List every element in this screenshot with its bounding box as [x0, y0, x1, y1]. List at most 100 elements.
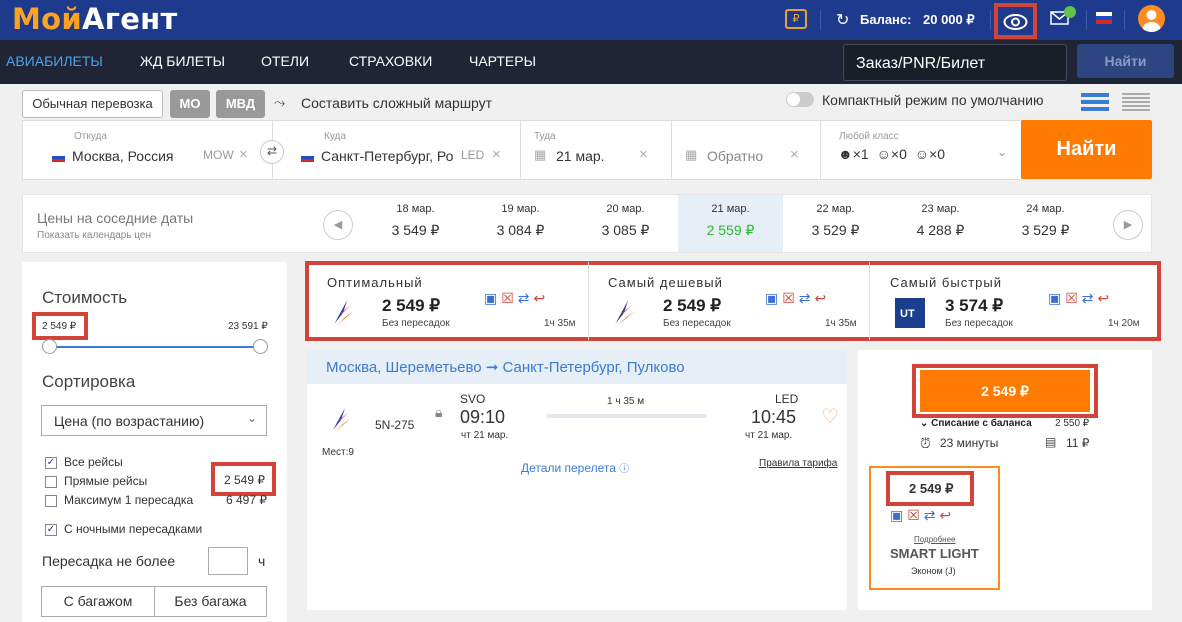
exchange-icon: ⇄ — [517, 290, 534, 306]
date-price: 3 529 ₽ — [811, 222, 860, 238]
from-clear-icon[interactable]: × — [239, 146, 248, 163]
regular-transport-button[interactable]: Обычная перевозка — [22, 90, 163, 118]
logo[interactable]: МойАгент — [12, 2, 178, 36]
all-flights-checkbox[interactable]: ✓ Все рейсы — [45, 455, 123, 469]
search-form: Откуда Москва, Россия MOW × ⇄ Куда Санкт… — [22, 120, 1022, 180]
pax-counts: ☻×1 ☺×0 ☺×0 — [838, 146, 945, 162]
complex-route-icon[interactable]: ⤳ — [274, 94, 285, 111]
to-field[interactable]: Куда Санкт-Петербург, Ро LED × — [273, 121, 521, 179]
russia-flag-icon — [52, 152, 65, 162]
search-button[interactable]: Найти — [1021, 120, 1152, 179]
summary-stops: Без пересадок — [663, 318, 731, 329]
checkbox-checked-icon: ✓ — [45, 523, 57, 536]
baggage-icons: ▣☒⇄↩ — [484, 290, 549, 307]
with-baggage-button[interactable]: С багажом — [41, 586, 155, 617]
from-value: Москва, Россия — [72, 148, 174, 164]
adults-count: ×1 — [852, 146, 869, 162]
from-field[interactable]: Откуда Москва, Россия MOW × — [23, 121, 273, 179]
price-slider-track — [49, 346, 261, 348]
max-one-stop-price: 6 497 ₽ — [226, 493, 267, 507]
summary-option[interactable]: Самый дешевый 2 549 ₽ Без пересадок 1ч 35м ▣… — [588, 262, 870, 340]
no-baggage-button[interactable]: Без багажа — [154, 586, 267, 617]
max-one-stop-checkbox[interactable]: Максимум 1 пересадка — [45, 493, 193, 507]
hand-luggage-icon: ▣ — [1048, 290, 1066, 306]
pnr-search-input[interactable]: Заказ/PNR/Билет — [843, 44, 1067, 81]
refresh-icon[interactable]: ↻ — [836, 10, 849, 30]
date-column[interactable]: 23 мар. 4 288 ₽ — [888, 195, 993, 252]
night-stops-checkbox[interactable]: ✓ С ночными пересадками — [45, 522, 202, 536]
eye-icon[interactable] — [994, 3, 1037, 39]
flight-details-link[interactable]: Детали перелета ⓘ — [521, 460, 629, 475]
prev-dates-icon[interactable]: ◀ — [323, 210, 353, 240]
price-slider-min-handle[interactable] — [42, 339, 57, 354]
flight-number: 5N-275 — [375, 418, 415, 432]
to-clear-icon[interactable]: × — [492, 146, 501, 163]
neighbor-dates-strip: Цены на соседние даты Показать календарь… — [22, 194, 1152, 253]
logo-part2: Агент — [82, 2, 178, 36]
russia-flag-icon — [301, 152, 314, 162]
price-calendar-link[interactable]: Показать календарь цен — [37, 230, 151, 241]
nav-item-air-tickets[interactable]: АВИАБИЛЕТЫ — [6, 53, 103, 69]
date-label: 18 мар. — [396, 203, 435, 215]
nav-item-train-tickets[interactable]: ЖД БИЛЕТЫ — [140, 53, 225, 69]
exchange-icon: ⇄ — [1081, 290, 1098, 306]
date-price: 2 559 ₽ — [706, 222, 755, 238]
summary-duration: 1ч 35м — [544, 318, 576, 329]
date-column[interactable]: 19 мар. 3 084 ₽ — [468, 195, 573, 252]
depart-clear-icon[interactable]: × — [639, 146, 648, 163]
date-label: 19 мар. — [501, 203, 540, 215]
date-column[interactable]: 18 мар. 3 549 ₽ — [363, 195, 468, 252]
list-view-icon[interactable] — [1081, 92, 1109, 112]
notification-dot — [1064, 6, 1076, 18]
summary-duration: 1ч 35м — [825, 318, 857, 329]
mvd-button[interactable]: МВД — [216, 90, 265, 118]
return-date-placeholder: Обратно — [707, 148, 764, 164]
compact-view-icon[interactable] — [1122, 92, 1150, 112]
direct-flights-checkbox[interactable]: Прямые рейсы — [45, 474, 147, 488]
mo-button[interactable]: МО — [170, 90, 210, 118]
all-flights-label: Все рейсы — [64, 455, 123, 469]
summary-option[interactable]: Оптимальный 2 549 ₽ Без пересадок 1ч 35м ▣☒⇄… — [307, 262, 589, 340]
return-date-field[interactable]: ▦ Обратно × — [672, 121, 821, 179]
date-column[interactable]: 20 мар. 3 085 ₽ — [573, 195, 678, 252]
direct-flights-price: 2 549 ₽ — [224, 473, 265, 487]
dep-time: 09:10 — [460, 407, 506, 427]
nav-item-hotels[interactable]: ОТЕЛИ — [261, 53, 309, 69]
refund-icon: ↩ — [1097, 290, 1114, 306]
next-dates-icon[interactable]: ▶ — [1113, 210, 1143, 240]
flight-route-title: Москва, Шереметьево ➞ Санкт-Петербург, П… — [307, 350, 847, 384]
sort-select[interactable]: Цена (по возрастанию) ⌄ — [41, 405, 267, 436]
date-column[interactable]: 21 мар. 2 559 ₽ — [678, 195, 783, 252]
date-column[interactable]: 22 мар. 3 529 ₽ — [783, 195, 888, 252]
compact-mode-toggle[interactable] — [786, 92, 814, 107]
nav-item-insurance[interactable]: СТРАХОВКИ — [349, 53, 432, 69]
stop-limit-input[interactable] — [208, 547, 248, 575]
to-value-wrap: Санкт-Петербург, Ро — [301, 148, 453, 164]
baggage-icons: ▣☒⇄↩ — [1048, 290, 1113, 307]
favorite-heart-icon[interactable]: ♡ — [821, 404, 839, 429]
stop-limit-unit: ч — [258, 553, 266, 569]
wallet-icon[interactable]: ₽ — [785, 9, 807, 29]
dep-code: SVO — [460, 392, 486, 406]
summary-option[interactable]: Самый быстрый UT 3 574 ₽ Без пересадок 1ч 20… — [870, 262, 1152, 340]
adult-icon: ☻ — [838, 146, 853, 162]
user-avatar-icon[interactable] — [1138, 5, 1165, 32]
pnr-search-button[interactable]: Найти — [1077, 44, 1174, 78]
nav-item-charters[interactable]: ЧАРТЕРЫ — [469, 53, 536, 69]
fare-more-link[interactable]: Подробнее — [914, 535, 956, 544]
ticketing-time: 23 минуты — [940, 436, 999, 450]
price-slider-max-handle[interactable] — [253, 339, 268, 354]
complex-route-link[interactable]: Составить сложный маршрут — [301, 95, 492, 111]
depart-date-field[interactable]: Туда ▦ 21 мар. × — [521, 121, 672, 179]
no-baggage-icon: ☒ — [1065, 290, 1082, 306]
chevron-down-icon: ⌄ — [997, 145, 1008, 159]
date-column[interactable]: 24 мар. 3 529 ₽ — [993, 195, 1098, 252]
russian-flag-icon[interactable] — [1096, 12, 1112, 24]
price-button-highlight — [912, 364, 1098, 418]
date-label: 24 мар. — [1026, 203, 1065, 215]
tariff-rules-link[interactable]: Правила тарифа — [759, 458, 837, 469]
return-clear-icon[interactable]: × — [790, 146, 799, 163]
passengers-class-field[interactable]: Любой класс ☻×1 ☺×0 ☺×0 ⌄ — [821, 121, 1021, 179]
class-label: Любой класс — [839, 131, 899, 142]
flight-card: Москва, Шереметьево ➞ Санкт-Петербург, П… — [307, 350, 847, 610]
